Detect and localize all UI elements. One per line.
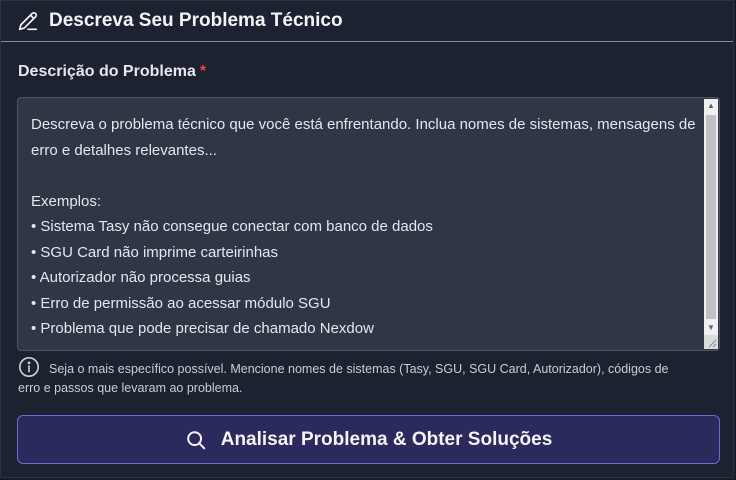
scroll-down-arrow-icon[interactable]: ▼ xyxy=(704,321,718,335)
form-header: Descreva Seu Problema Técnico xyxy=(1,1,733,42)
description-label: Descrição do Problema * xyxy=(18,63,206,81)
hint-line-1: Seja o mais específico possível. Mencion… xyxy=(49,362,669,376)
textarea-scrollbar[interactable]: ▲ ▼ xyxy=(704,99,718,335)
analyze-problem-button[interactable]: Analisar Problema & Obter Soluções xyxy=(17,415,720,464)
required-mark: * xyxy=(199,63,207,80)
analyze-button-label: Analisar Problema & Obter Soluções xyxy=(220,428,553,450)
description-label-text: Descrição do Problema xyxy=(18,63,196,80)
description-textarea[interactable]: Descreva o problema técnico que você est… xyxy=(17,97,720,351)
hint-text: Seja o mais específico possível. Mencion… xyxy=(49,357,729,382)
textarea-placeholder: Descreva o problema técnico que você est… xyxy=(31,116,696,337)
scroll-up-arrow-icon[interactable]: ▲ xyxy=(704,99,718,113)
info-icon xyxy=(18,356,40,378)
problem-form-card: Descreva Seu Problema Técnico Descrição … xyxy=(0,0,734,478)
hint-line-2: erro e passos que levaram ao problema. xyxy=(18,381,243,395)
resize-handle[interactable] xyxy=(704,335,718,349)
pencil-icon xyxy=(18,11,38,31)
form-title: Descreva Seu Problema Técnico xyxy=(49,10,343,31)
search-icon xyxy=(185,429,207,451)
scroll-thumb[interactable] xyxy=(706,115,716,319)
